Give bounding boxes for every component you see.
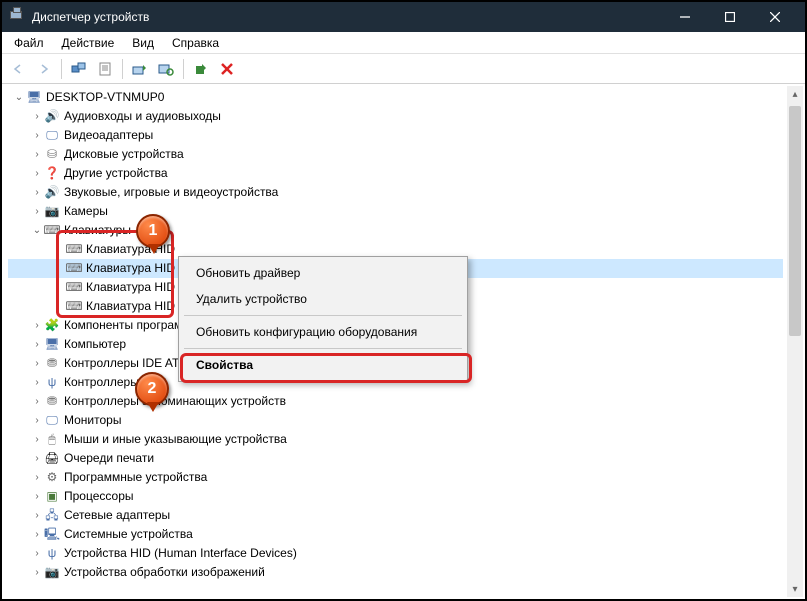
- tree-mice[interactable]: ›🖱Мыши и иные указывающие устройства: [8, 430, 783, 449]
- expand-icon[interactable]: ⌄: [12, 88, 26, 107]
- menu-bar: Файл Действие Вид Справка: [2, 32, 805, 54]
- context-delete-device[interactable]: Удалить устройство: [182, 286, 464, 312]
- annotation-callout-2: 2: [135, 372, 169, 406]
- tree-storage[interactable]: ›⛃Контроллеры запоминающих устройств: [8, 392, 783, 411]
- context-separator: [184, 348, 462, 349]
- computer-icon: 🖥: [44, 337, 60, 353]
- tree-monitors[interactable]: ›🖵Мониторы: [8, 411, 783, 430]
- tree-cpus[interactable]: ›▣Процессоры: [8, 487, 783, 506]
- keyboard-icon: ⌨: [66, 299, 82, 315]
- computer-icon: 🖥: [26, 90, 42, 106]
- toolbar-enable-icon[interactable]: [189, 57, 213, 81]
- tree-sysdev[interactable]: ›🖳Системные устройства: [8, 525, 783, 544]
- ide-controller-icon: ⛃: [44, 356, 60, 372]
- window-title: Диспетчер устройств: [32, 10, 149, 24]
- disk-icon: ⛁: [44, 147, 60, 163]
- menu-file[interactable]: Файл: [6, 34, 52, 52]
- camera-icon: 📷: [44, 204, 60, 220]
- tree-hid[interactable]: ›ψУстройства HID (Human Interface Device…: [8, 544, 783, 563]
- monitor-icon: 🖵: [44, 413, 60, 429]
- context-properties[interactable]: Свойства: [182, 352, 464, 378]
- window-controls: [662, 2, 797, 32]
- keyboard-icon: ⌨: [44, 223, 60, 239]
- software-component-icon: 🧩: [44, 318, 60, 334]
- system-device-icon: 🖳: [44, 527, 60, 543]
- tree-root[interactable]: ⌄ 🖥 DESKTOP-VTNMUP0: [8, 88, 783, 107]
- tree-network[interactable]: ›🖧Сетевые адаптеры: [8, 506, 783, 525]
- sound-icon: 🔊: [44, 185, 60, 201]
- toolbar-properties-icon[interactable]: [93, 57, 117, 81]
- tree-other[interactable]: ›❓Другие устройства: [8, 164, 783, 183]
- imaging-icon: 📷: [44, 565, 60, 581]
- context-menu: Обновить драйвер Удалить устройство Обно…: [178, 256, 468, 382]
- storage-controller-icon: ⛃: [44, 394, 60, 410]
- tree-cameras[interactable]: ›📷Камеры: [8, 202, 783, 221]
- app-icon: [10, 9, 26, 25]
- menu-action[interactable]: Действие: [54, 34, 123, 52]
- mouse-icon: 🖱: [44, 432, 60, 448]
- tree-imaging[interactable]: ›📷Устройства обработки изображений: [8, 563, 783, 582]
- vertical-scrollbar[interactable]: ▴ ▾: [787, 86, 803, 597]
- cpu-icon: ▣: [44, 489, 60, 505]
- display-adapter-icon: 🖵: [44, 128, 60, 144]
- annotation-callout-1: 1: [136, 214, 170, 248]
- tree-keyboards[interactable]: ⌄⌨Клавиатуры: [8, 221, 783, 240]
- keyboard-icon: ⌨: [66, 261, 82, 277]
- toolbar-forward-icon[interactable]: [32, 57, 56, 81]
- toolbar-update-driver-icon[interactable]: [128, 57, 152, 81]
- tree-audio[interactable]: ›🔊Аудиовходы и аудиовыходы: [8, 107, 783, 126]
- menu-help[interactable]: Справка: [164, 34, 227, 52]
- software-device-icon: ⚙: [44, 470, 60, 486]
- other-devices-icon: ❓: [44, 166, 60, 182]
- toolbar-uninstall-icon[interactable]: [215, 57, 239, 81]
- context-scan-hardware[interactable]: Обновить конфигурацию оборудования: [182, 319, 464, 345]
- scroll-down-icon[interactable]: ▾: [787, 581, 803, 597]
- scroll-thumb[interactable]: [789, 106, 801, 336]
- hid-icon: ψ: [44, 546, 60, 562]
- toolbar-back-icon[interactable]: [6, 57, 30, 81]
- keyboard-icon: ⌨: [66, 280, 82, 296]
- usb-controller-icon: ψ: [44, 375, 60, 391]
- keyboard-icon: ⌨: [66, 242, 82, 258]
- context-update-driver[interactable]: Обновить драйвер: [182, 260, 464, 286]
- network-adapter-icon: 🖧: [44, 508, 60, 524]
- close-button[interactable]: [752, 2, 797, 32]
- tree-disks[interactable]: ›⛁Дисковые устройства: [8, 145, 783, 164]
- context-separator: [184, 315, 462, 316]
- tree-root-label: DESKTOP-VTNMUP0: [46, 88, 164, 107]
- toolbar-scan-hardware-icon[interactable]: [154, 57, 178, 81]
- tree-progdev[interactable]: ›⚙Программные устройства: [8, 468, 783, 487]
- menu-view[interactable]: Вид: [124, 34, 162, 52]
- scroll-up-icon[interactable]: ▴: [787, 86, 803, 102]
- toolbar-computers-icon[interactable]: [67, 57, 91, 81]
- printer-icon: 🖨: [44, 451, 60, 467]
- title-bar: Диспетчер устройств: [2, 2, 805, 32]
- toolbar: [2, 54, 805, 84]
- minimize-button[interactable]: [662, 2, 707, 32]
- audio-icon: 🔊: [44, 109, 60, 125]
- tree-sound[interactable]: ›🔊Звуковые, игровые и видеоустройства: [8, 183, 783, 202]
- tree-video[interactable]: ›🖵Видеоадаптеры: [8, 126, 783, 145]
- maximize-button[interactable]: [707, 2, 752, 32]
- tree-printq[interactable]: ›🖨Очереди печати: [8, 449, 783, 468]
